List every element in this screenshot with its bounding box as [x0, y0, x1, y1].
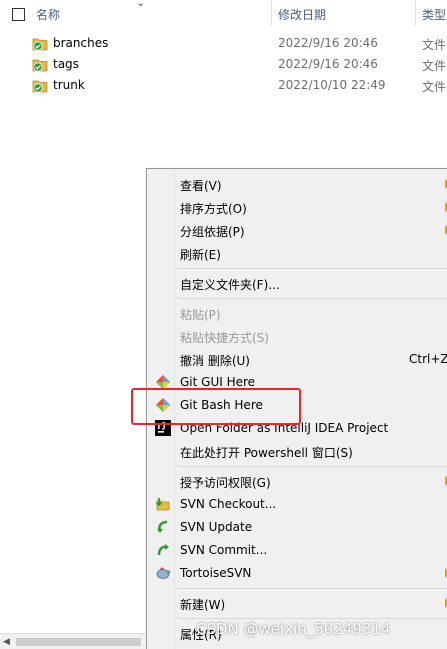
menu-item-svn-checkout[interactable]: SVN Checkout...: [147, 493, 447, 515]
menu-separator: [177, 268, 447, 269]
column-separator[interactable]: [415, 0, 416, 26]
menu-item-label: Git GUI Here: [180, 375, 256, 389]
menu-item-label: SVN Commit...: [180, 543, 268, 557]
tortoisesvn-icon: [156, 567, 171, 579]
menu-separator: [177, 466, 447, 467]
scrollbar-thumb[interactable]: [16, 638, 141, 646]
column-header: 名称 ⌄ 修改日期 类型: [0, 0, 447, 28]
column-date-header[interactable]: 修改日期: [278, 6, 326, 23]
file-name: branches: [53, 36, 109, 50]
menu-separator: [177, 618, 447, 619]
column-name-header[interactable]: 名称: [36, 6, 60, 23]
menu-item-sort[interactable]: 排序方式(O): [147, 196, 447, 218]
menu-item-label: TortoiseSVN: [180, 566, 252, 580]
file-date: 2022/9/16 20:46: [278, 57, 378, 71]
menu-item-refresh[interactable]: 刷新(E): [147, 242, 447, 264]
menu-item-label: 授予访问权限(G): [180, 476, 271, 490]
column-type-header[interactable]: 类型: [422, 6, 446, 23]
svn-checkout-icon: [155, 498, 170, 511]
menu-item-label: SVN Checkout...: [180, 497, 277, 511]
menu-item-paste[interactable]: 粘贴(P): [147, 302, 447, 324]
sort-caret-icon: ⌄: [136, 0, 146, 9]
column-separator[interactable]: [271, 0, 272, 26]
menu-item-label: 粘贴快捷方式(S): [180, 331, 269, 345]
menu-item-new[interactable]: 新建(W): [147, 592, 447, 614]
menu-item-label: 排序方式(O): [180, 202, 247, 216]
menu-item-svn-update[interactable]: SVN Update: [147, 516, 447, 538]
horizontal-scrollbar[interactable]: ◀: [0, 633, 146, 649]
menu-item-svn-commit[interactable]: SVN Commit...: [147, 539, 447, 561]
file-row-branches[interactable]: branches 2022/9/16 20:46 文件: [0, 33, 447, 54]
menu-item-label: 撤消 删除(U): [180, 354, 250, 368]
menu-item-label: 在此处打开 Powershell 窗口(S): [180, 446, 353, 460]
svn-folder-icon: [32, 38, 48, 51]
svn-folder-icon: [32, 80, 48, 93]
menu-item-label: SVN Update: [180, 520, 253, 534]
menu-item-label: 自定义文件夹(F)...: [180, 278, 280, 292]
annotation-highlight-box: [131, 388, 301, 425]
menu-item-tortoisesvn[interactable]: TortoiseSVN: [147, 562, 447, 584]
watermark: CSDN @weixin_50249314: [196, 620, 391, 638]
menu-item-label: 查看(V): [180, 179, 222, 193]
shortcut-label: Ctrl+Z: [409, 352, 447, 366]
menu-item-label: 粘贴(P): [180, 308, 221, 322]
svn-update-icon: [157, 520, 168, 533]
file-name: trunk: [53, 78, 85, 92]
menu-item-label: 新建(W): [180, 598, 226, 612]
file-type: 文件: [422, 38, 447, 52]
menu-item-undo-delete[interactable]: 撤消 删除(U) Ctrl+Z: [147, 348, 447, 370]
menu-separator: [177, 298, 447, 299]
menu-separator: [177, 588, 447, 589]
file-row-trunk[interactable]: trunk 2022/10/10 22:49 文件: [0, 75, 447, 96]
file-name: tags: [53, 57, 79, 71]
menu-item-label: 分组依据(P): [180, 225, 245, 239]
select-all-checkbox[interactable]: [12, 8, 25, 21]
svn-folder-icon: [32, 59, 48, 72]
file-type: 文件: [422, 59, 447, 73]
file-row-tags[interactable]: tags 2022/9/16 20:46 文件: [0, 54, 447, 75]
menu-item-paste-shortcut[interactable]: 粘贴快捷方式(S): [147, 325, 447, 347]
file-date: 2022/10/10 22:49: [278, 78, 386, 92]
menu-item-customize-folder[interactable]: 自定义文件夹(F)...: [147, 272, 447, 294]
menu-item-label: 刷新(E): [180, 248, 221, 262]
menu-item-open-powershell[interactable]: 在此处打开 Powershell 窗口(S): [147, 440, 447, 462]
scroll-left-icon[interactable]: ◀: [3, 637, 10, 647]
file-date: 2022/9/16 20:46: [278, 36, 378, 50]
menu-item-view[interactable]: 查看(V): [147, 173, 447, 195]
file-type: 文件: [422, 80, 447, 94]
menu-item-grant-access[interactable]: 授予访问权限(G): [147, 470, 447, 492]
svn-commit-icon: [157, 544, 169, 556]
menu-item-group[interactable]: 分组依据(P): [147, 219, 447, 241]
